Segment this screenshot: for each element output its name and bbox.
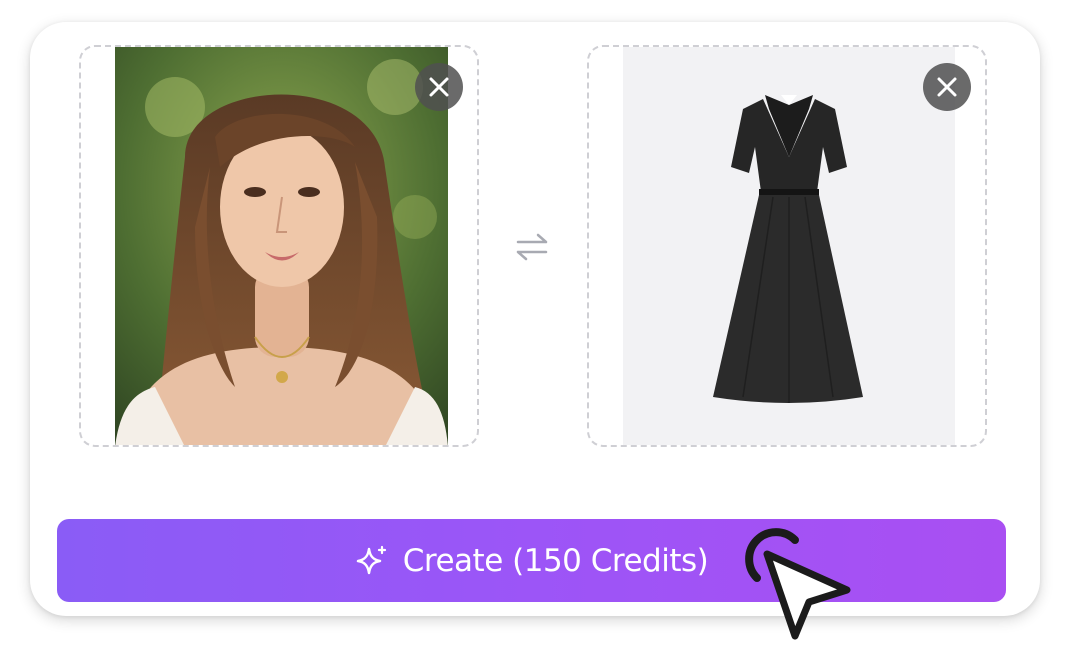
click-cursor-icon bbox=[745, 528, 851, 640]
dress-illustration bbox=[623, 47, 955, 445]
close-icon bbox=[429, 77, 449, 97]
sparkles-icon bbox=[356, 545, 386, 574]
garment-upload-slot[interactable] bbox=[587, 45, 987, 447]
remove-person-button[interactable] bbox=[415, 63, 463, 111]
create-button-label: Create (150 Credits) bbox=[402, 542, 709, 579]
person-image bbox=[115, 47, 448, 445]
close-icon bbox=[937, 77, 957, 97]
person-upload-slot[interactable] bbox=[79, 45, 479, 447]
person-illustration bbox=[115, 47, 448, 445]
swap-arrows-icon[interactable] bbox=[514, 232, 550, 262]
create-button[interactable]: Create (150 Credits) bbox=[57, 519, 1006, 602]
remove-garment-button[interactable] bbox=[923, 63, 971, 111]
garment-image bbox=[623, 47, 955, 445]
try-on-card: Create (150 Credits) bbox=[30, 22, 1040, 616]
